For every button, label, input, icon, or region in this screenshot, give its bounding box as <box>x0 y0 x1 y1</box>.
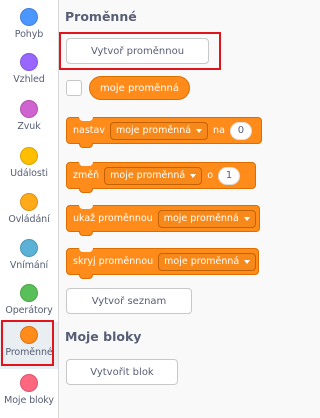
variable-dropdown[interactable]: moje proměnná <box>157 209 256 228</box>
show-variable-block[interactable]: ukaž proměnnou moje proměnná <box>66 205 260 236</box>
category-label: Moje bloky <box>4 395 54 406</box>
dropdown-value: moje proměnná <box>110 170 186 181</box>
hide-variable-block[interactable]: skryj proměnnou moje proměnná <box>66 248 259 279</box>
change-block-label: změň <box>73 170 100 181</box>
my-blocks-category-icon <box>20 374 38 392</box>
variables-heading: Proměnné <box>65 9 137 24</box>
chevron-down-icon <box>190 173 197 178</box>
block-palette: Proměnné Vytvoř proměnnou moje proměnná … <box>59 0 309 418</box>
change-variable-block[interactable]: změň moje proměnná o 1 <box>66 162 256 193</box>
category-label: Operátory <box>5 305 53 316</box>
chevron-down-icon <box>196 128 203 133</box>
category-menu: Pohyb Vzhled Zvuk Události Ovládání Vním… <box>0 0 59 418</box>
operators-category-icon <box>20 284 38 302</box>
category-label: Události <box>10 168 48 179</box>
category-control[interactable]: Ovládání <box>0 189 58 236</box>
set-variable-block[interactable]: nastav moje proměnná na 0 <box>66 117 262 148</box>
category-label: Pohyb <box>14 29 44 40</box>
category-looks[interactable]: Vzhled <box>0 49 58 96</box>
category-label: Vnímání <box>9 260 49 271</box>
my-blocks-heading: Moje bloky <box>65 329 142 344</box>
motion-category-icon <box>20 8 38 26</box>
set-value-input[interactable]: 0 <box>229 121 252 140</box>
category-events[interactable]: Události <box>0 143 58 190</box>
chevron-down-icon <box>244 259 251 264</box>
show-block-label: ukaž proměnnou <box>73 213 153 224</box>
category-motion[interactable]: Pohyb <box>0 4 58 51</box>
looks-category-icon <box>20 53 38 71</box>
dropdown-value: moje proměnná <box>163 213 239 224</box>
variable-dropdown[interactable]: moje proměnná <box>109 121 209 140</box>
make-variable-highlight <box>59 32 221 70</box>
variable-dropdown[interactable]: moje proměnná <box>104 166 203 185</box>
category-my-blocks[interactable]: Moje bloky <box>0 370 58 417</box>
set-block-to-label: na <box>213 125 225 136</box>
sound-category-icon <box>20 100 38 118</box>
dropdown-value: moje proměnná <box>115 125 192 136</box>
category-sound[interactable]: Zvuk <box>0 96 58 143</box>
variable-dropdown[interactable]: moje proměnná <box>158 252 257 271</box>
category-label: Zvuk <box>17 121 41 132</box>
make-list-button[interactable]: Vytvoř seznam <box>66 288 192 314</box>
control-category-icon <box>20 193 38 211</box>
change-value-input[interactable]: 1 <box>218 166 240 185</box>
make-block-button[interactable]: Vytvořit blok <box>66 359 178 385</box>
set-block-label: nastav <box>73 125 105 136</box>
hide-block-label: skryj proměnnou <box>73 256 154 267</box>
sensing-category-icon <box>20 239 38 257</box>
change-block-by-label: o <box>207 170 213 181</box>
category-label: Ovládání <box>8 214 50 225</box>
selected-category-highlight <box>1 320 54 366</box>
category-label: Vzhled <box>13 74 45 85</box>
category-sensing[interactable]: Vnímání <box>0 235 58 282</box>
events-category-icon <box>20 147 38 165</box>
variable-monitor-checkbox[interactable] <box>66 80 82 96</box>
dropdown-value: moje proměnná <box>164 256 240 267</box>
variable-reporter-block[interactable]: moje proměnná <box>89 76 191 100</box>
chevron-down-icon <box>243 216 250 221</box>
